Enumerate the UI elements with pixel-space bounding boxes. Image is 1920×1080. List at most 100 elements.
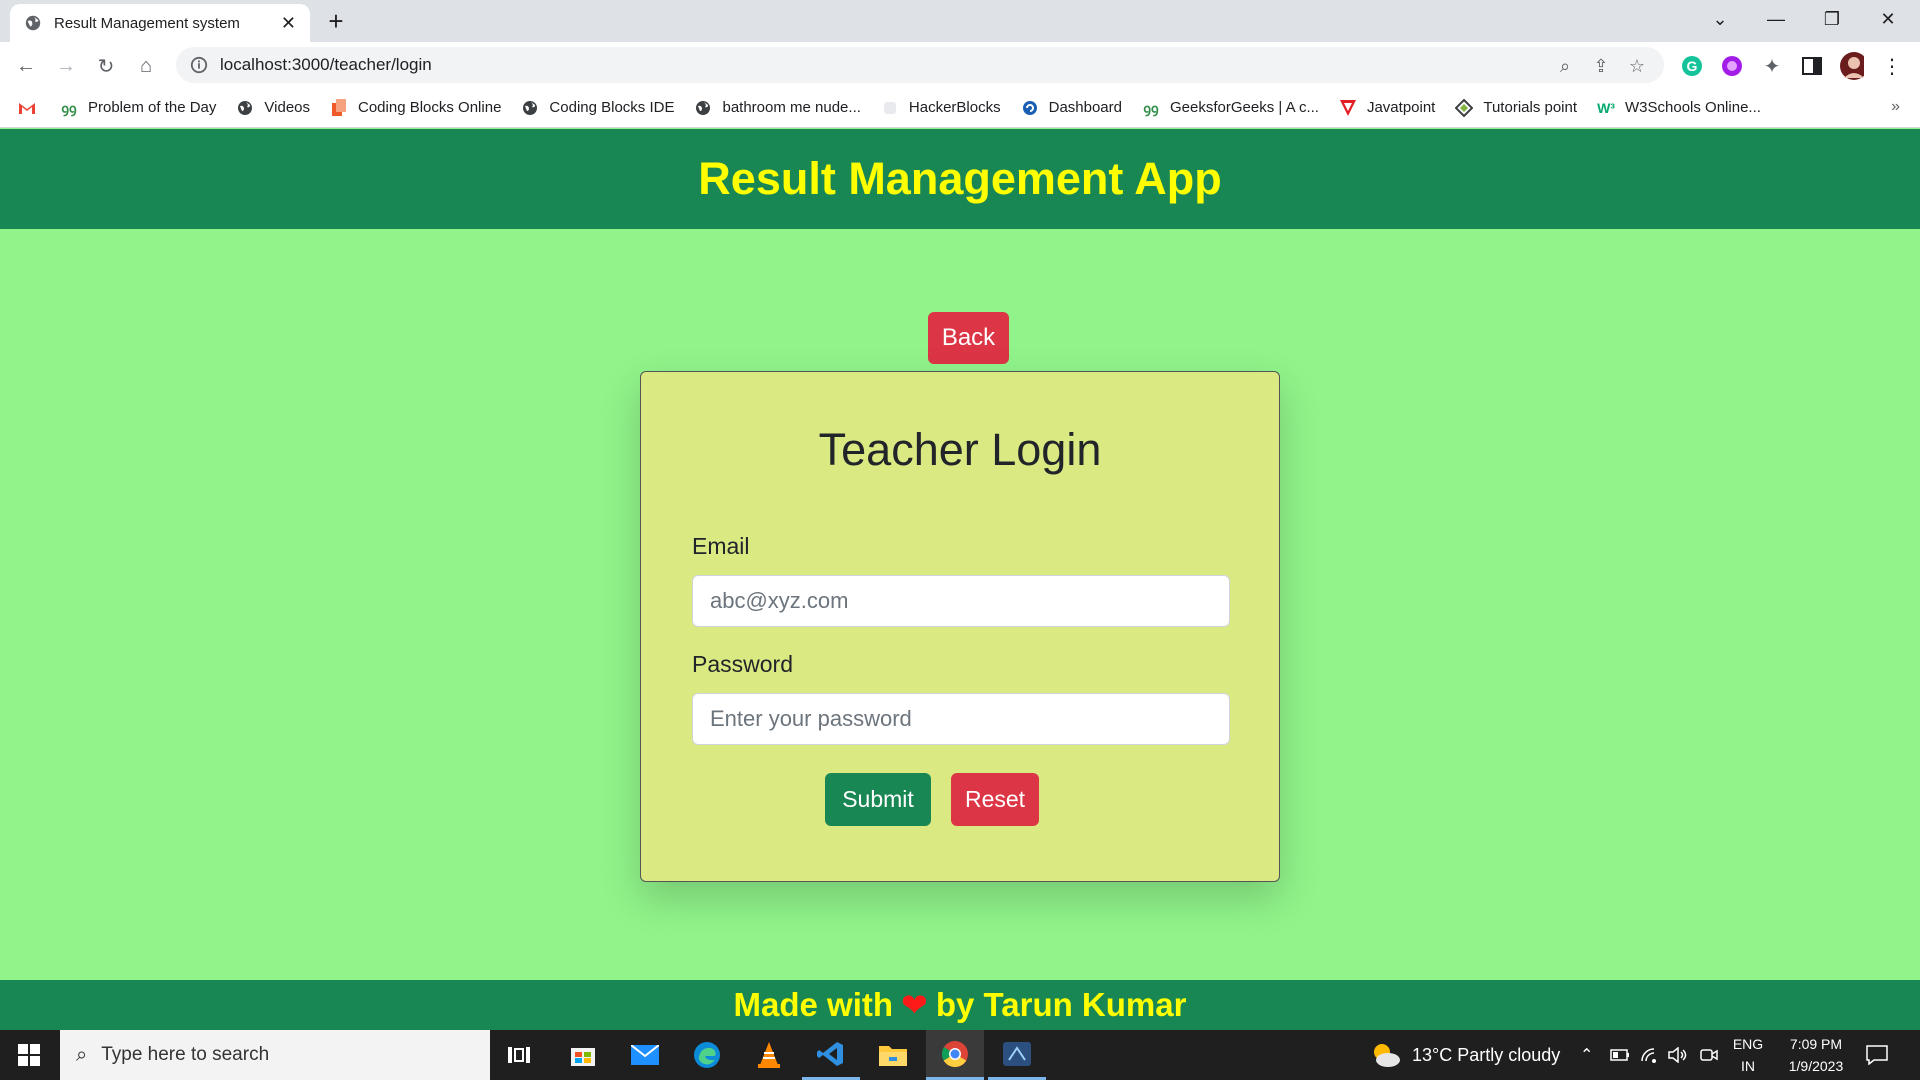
gfg-icon: ꝯꝯ xyxy=(1143,100,1159,116)
globe-icon xyxy=(236,99,254,117)
bookmark-label: W3Schools Online... xyxy=(1625,99,1761,116)
system-clock[interactable]: 7:09 PM 1/9/2023 xyxy=(1772,1033,1860,1077)
heart-icon: ❤ xyxy=(901,987,928,1023)
globe-icon xyxy=(694,99,712,117)
vlc-icon[interactable] xyxy=(740,1030,798,1080)
weather-widget[interactable]: 13°C Partly cloudy xyxy=(1370,1030,1560,1080)
bookmark-item[interactable]: Videos xyxy=(236,99,310,117)
tab-title: Result Management system xyxy=(54,14,240,32)
bookmark-item[interactable]: HackerBlocks xyxy=(881,99,1001,117)
gmail-bookmark[interactable] xyxy=(18,99,46,117)
window-close-button[interactable]: ✕ xyxy=(1860,0,1916,38)
forward-arrow-icon[interactable]: → xyxy=(50,50,82,82)
bookmarks-bar: ꝯꝯ Problem of the Day Videos Coding Block… xyxy=(0,88,1920,128)
bookmark-item[interactable]: bathroom me nude... xyxy=(694,99,861,117)
bookmark-star-icon[interactable]: ☆ xyxy=(1626,55,1648,77)
bookmark-label: bathroom me nude... xyxy=(722,99,861,116)
profile-avatar[interactable] xyxy=(1840,52,1864,80)
password-field[interactable] xyxy=(692,693,1230,745)
dashboard-icon xyxy=(1021,99,1039,117)
email-field[interactable] xyxy=(692,575,1230,627)
clock-time: 7:09 PM xyxy=(1789,1036,1843,1052)
partly-cloudy-icon xyxy=(1374,1044,1400,1067)
bookmark-label: HackerBlocks xyxy=(908,99,1001,116)
windows-start-icon[interactable] xyxy=(0,1030,58,1080)
vscode-icon[interactable] xyxy=(802,1030,860,1080)
app-header: Result Management App xyxy=(0,129,1920,229)
email-label: Email xyxy=(692,533,750,559)
password-label: Password xyxy=(692,651,793,677)
tab-search-icon[interactable]: ⌄ xyxy=(1692,0,1748,38)
file-explorer-icon[interactable] xyxy=(864,1030,922,1080)
snipping-tool-icon[interactable] xyxy=(988,1030,1046,1080)
home-icon[interactable]: ⌂ xyxy=(130,50,162,82)
bookmark-label: GeeksforGeeks | A c... xyxy=(1170,99,1319,116)
app-footer: Made with ❤ by Tarun Kumar xyxy=(0,980,1920,1030)
bookmark-label: Coding Blocks IDE xyxy=(549,99,675,116)
zoom-icon[interactable]: ⌕ xyxy=(1554,55,1576,77)
tray-overflow-icon[interactable]: ⌃ xyxy=(1580,1030,1593,1080)
login-title: Teacher Login xyxy=(818,424,1102,475)
extensions-puzzle-icon[interactable]: ✦ xyxy=(1760,54,1784,78)
browser-tab-bar: Result Management system ✕ + ⌄ — ❐ ✕ xyxy=(0,0,1920,42)
javatpoint-icon xyxy=(1339,99,1357,117)
bookmark-item[interactable]: ꝯꝯ GeeksforGeeks | A c... xyxy=(1142,99,1319,117)
bookmark-item[interactable]: ꝯꝯ Problem of the Day xyxy=(60,99,216,117)
globe-icon xyxy=(25,15,41,31)
bookmark-item[interactable]: Dashboard xyxy=(1021,99,1122,117)
volume-icon[interactable] xyxy=(1668,1030,1688,1080)
footer-suffix: by Tarun Kumar xyxy=(935,986,1187,1023)
info-icon[interactable] xyxy=(190,56,208,74)
bookmark-item[interactable]: Tutorials point xyxy=(1455,98,1578,117)
chrome-icon[interactable] xyxy=(926,1030,984,1080)
share-icon[interactable]: ⇪ xyxy=(1590,55,1612,77)
gfg-icon: ꝯꝯ xyxy=(61,100,77,116)
svg-text:G: G xyxy=(1687,58,1698,74)
extension-purple-icon[interactable] xyxy=(1720,54,1744,78)
battery-icon[interactable] xyxy=(1610,1030,1630,1080)
bookmark-item[interactable]: Javatpoint xyxy=(1339,99,1435,117)
close-icon[interactable]: ✕ xyxy=(281,13,296,34)
lang-region: IN xyxy=(1741,1058,1755,1074)
w3schools-icon: W³ xyxy=(1597,99,1615,116)
back-arrow-icon[interactable]: ← xyxy=(10,50,42,82)
bookmark-label: Tutorials point xyxy=(1483,99,1578,116)
login-card: Teacher Login Email Password Submit Rese… xyxy=(640,371,1280,882)
codingblocks-icon xyxy=(330,98,348,117)
input-language[interactable]: ENG IN xyxy=(1728,1033,1768,1077)
lang-code: ENG xyxy=(1732,1036,1764,1052)
bookmark-item[interactable]: Coding Blocks Online xyxy=(330,98,502,117)
minimize-button[interactable]: — xyxy=(1748,0,1804,38)
hackerblocks-icon xyxy=(881,99,899,117)
new-tab-button[interactable]: + xyxy=(320,7,352,37)
wifi-icon[interactable] xyxy=(1640,1030,1660,1080)
bookmark-label: Javatpoint xyxy=(1366,99,1436,116)
reload-icon[interactable]: ↻ xyxy=(90,50,122,82)
menu-dots-icon[interactable]: ⋮ xyxy=(1880,54,1904,78)
search-icon: ⌕ xyxy=(76,1043,88,1066)
edge-icon[interactable] xyxy=(678,1030,736,1080)
clock-date: 1/9/2023 xyxy=(1788,1058,1844,1074)
grammarly-icon[interactable]: G xyxy=(1680,54,1704,78)
submit-button[interactable]: Submit xyxy=(825,773,931,826)
bookmark-label: Coding Blocks Online xyxy=(358,99,502,116)
url-text: localhost:3000/teacher/login xyxy=(220,55,432,74)
bookmarks-overflow-icon[interactable]: » xyxy=(1891,98,1900,116)
mail-icon[interactable] xyxy=(616,1030,674,1080)
restore-button[interactable]: ❐ xyxy=(1804,0,1860,38)
task-view-icon[interactable] xyxy=(490,1030,548,1080)
microsoft-store-icon[interactable] xyxy=(554,1030,612,1080)
tab-result-management[interactable]: Result Management system ✕ xyxy=(10,4,310,42)
taskbar-search[interactable]: ⌕ Type here to search xyxy=(60,1030,490,1080)
bookmark-item[interactable]: Coding Blocks IDE xyxy=(521,99,674,117)
windows-taskbar: ⌕ Type here to search 13°C Partly cloudy… xyxy=(0,1030,1920,1080)
app-title: Result Management App xyxy=(698,153,1222,204)
address-bar[interactable]: localhost:3000/teacher/login ⌕ ⇪ ☆ xyxy=(176,47,1664,83)
bookmark-item[interactable]: W³ W3Schools Online... xyxy=(1597,99,1761,117)
reset-button[interactable]: Reset xyxy=(951,773,1039,826)
meet-now-icon[interactable] xyxy=(1700,1030,1718,1080)
tutorialspoint-icon xyxy=(1455,98,1474,117)
back-button[interactable]: Back xyxy=(928,312,1009,364)
side-panel-icon[interactable] xyxy=(1800,54,1824,78)
notification-icon[interactable] xyxy=(1866,1030,1888,1080)
